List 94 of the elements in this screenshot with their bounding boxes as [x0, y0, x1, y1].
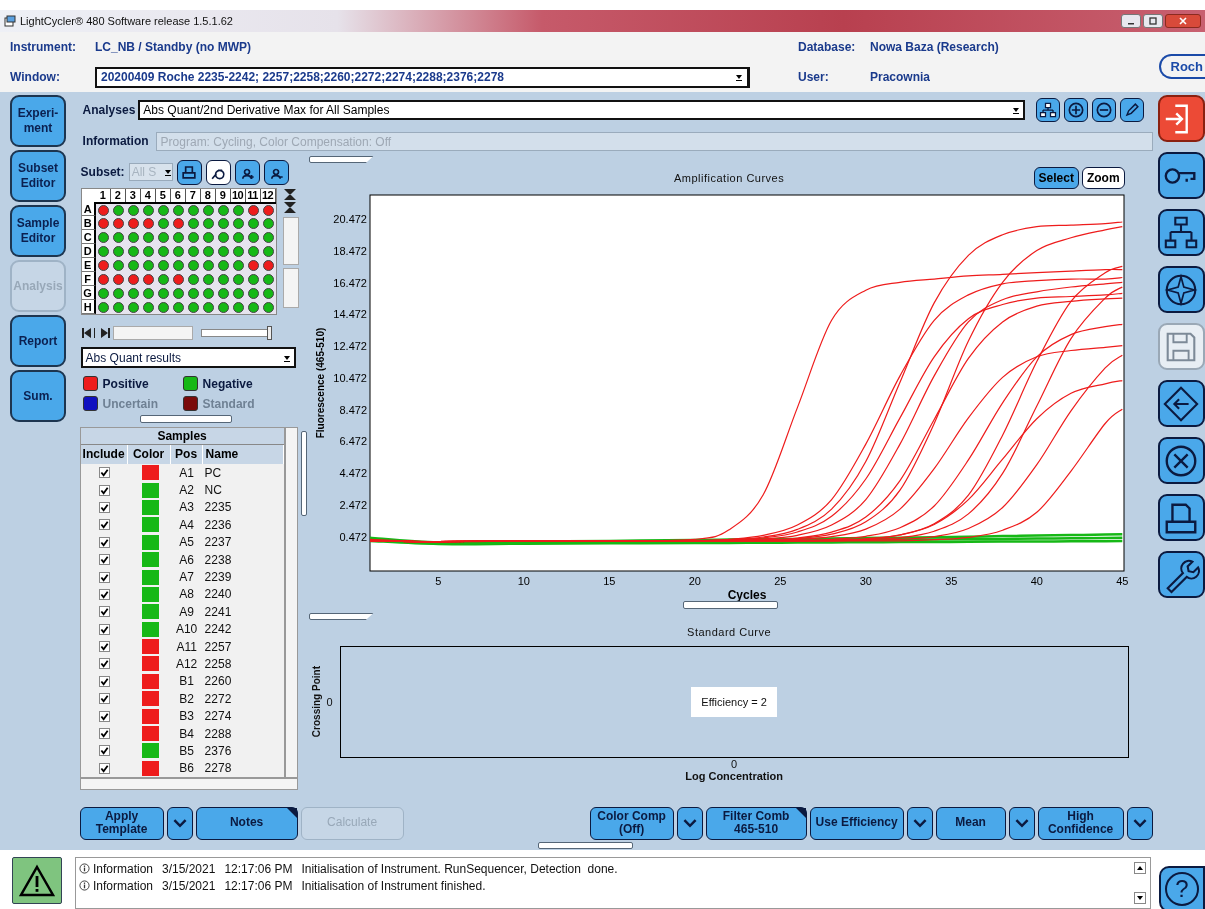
axis-tick-label: 14.472 — [332, 308, 367, 321]
table-cell-text: 2239 — [203, 570, 233, 585]
table-cell-text: 2260 — [203, 674, 233, 689]
column-header: Name — [202, 445, 284, 464]
table-cell-text: 2272 — [203, 691, 233, 706]
field-label: Analyses — [81, 103, 136, 117]
field-label: Subset: — [80, 165, 125, 179]
axis-tick-label: 35 — [944, 575, 958, 587]
axis-tick-label: 4.472 — [339, 467, 367, 480]
table-cell-text: 2240 — [203, 587, 233, 602]
message-level: Information — [92, 878, 153, 893]
table-cell-text: A11 — [175, 639, 198, 654]
table-cell-text: 2237 — [203, 535, 233, 550]
message-text: Initialisation of Instrument finished. — [301, 878, 486, 893]
axis-tick-label: 10.472 — [332, 371, 367, 384]
axis-tick-label: 30 — [859, 575, 872, 587]
table-cell-text: 2288 — [203, 726, 233, 741]
axis-tick-label: 20.472 — [332, 213, 367, 226]
table-cell-text: 2274 — [203, 709, 233, 724]
message-text: Initialisation of Instrument. RunSequencer, Detection done. — [301, 861, 618, 876]
message-date: 3/15/2021 — [162, 861, 216, 876]
legend-label: Uncertain — [102, 396, 159, 411]
axis-tick-label: 0.472 — [339, 530, 367, 543]
axis-tick-label: 6.472 — [339, 435, 367, 448]
axis-tick-label: 45 — [1115, 575, 1128, 587]
efficiency-label: Efficiency = 2 — [691, 687, 777, 717]
axis-tick-label: 15 — [602, 575, 616, 587]
table-cell-text: B3 — [178, 709, 195, 724]
axis-tick-label: 2.472 — [339, 498, 367, 511]
window-title: LightCycler® 480 Software release 1.5.1.62 — [20, 15, 233, 27]
legend-label: Standard — [202, 396, 256, 411]
column-header: Color — [127, 445, 171, 464]
axis-tick-label: 20 — [688, 575, 701, 587]
table-cell-text: PC — [203, 465, 223, 480]
field-label: Window: — [10, 70, 61, 84]
message-time: 12:17:06 PM — [224, 878, 293, 893]
table-cell-text: B5 — [178, 743, 195, 758]
axis-tick-label: 10 — [517, 575, 530, 587]
table-cell-text: B4 — [178, 726, 195, 741]
field-label: Database: — [798, 40, 857, 54]
legend-label: Positive — [102, 376, 150, 391]
table-cell-text: 2258 — [203, 657, 233, 671]
database-name: Nowa Baza (Research) — [870, 40, 1000, 54]
table-cell-text: 2236 — [203, 517, 233, 532]
table-cell-text: A6 — [178, 552, 195, 567]
table-cell-text: B2 — [178, 691, 195, 706]
table-cell-text: A9 — [178, 604, 195, 619]
axis-tick-label: 25 — [773, 575, 787, 587]
table-cell-text: 2235 — [203, 500, 233, 515]
table-cell-text: 2278 — [203, 761, 233, 776]
message-time: 12:17:06 PM — [224, 861, 293, 876]
table-cell-text: A3 — [178, 500, 195, 515]
message-date: 3/15/2021 — [162, 878, 216, 893]
table-cell-text: A12 — [174, 657, 199, 671]
table-cell-text: A7 — [178, 570, 195, 585]
axis-tick-label: 0 — [730, 758, 739, 770]
axis-title: Crossing Point — [311, 666, 323, 738]
table-cell-text: 2241 — [203, 604, 233, 619]
table-cell-text: 2376 — [203, 743, 233, 758]
axis-title: Fluorescence (465-510) — [314, 327, 326, 439]
axis-tick-label: 0 — [326, 696, 334, 708]
chart-title: Standard Curve — [687, 626, 772, 638]
table-cell-text: NC — [203, 483, 223, 498]
table-cell-text: B6 — [178, 761, 195, 776]
axis-tick-label: 16.472 — [332, 276, 367, 289]
axis-tick-label: 40 — [1030, 575, 1043, 587]
table-cell-text: A1 — [178, 465, 195, 480]
table-cell-text: 2238 — [203, 552, 233, 567]
brand-logo: Roch — [1158, 53, 1205, 79]
axis-tick-label: 18.472 — [332, 244, 367, 257]
axis-title: Cycles — [727, 588, 766, 601]
field-label: User: — [798, 70, 830, 84]
column-header: Pos — [170, 445, 203, 464]
axis-tick-label: 12.472 — [332, 340, 367, 353]
table-cell-text: 2257 — [203, 639, 233, 654]
axis-title: Log Concentration — [684, 770, 784, 784]
table-cell-text: A2 — [178, 483, 195, 498]
column-header: Include — [80, 445, 128, 464]
message-level: Information — [92, 861, 153, 876]
table-cell-text: B1 — [178, 674, 195, 689]
table-cell-text: A8 — [178, 587, 195, 602]
table-cell-text: 2242 — [203, 622, 233, 637]
field-label: Information — [81, 134, 149, 148]
chart-title: Amplification Curves — [673, 172, 785, 184]
instrument-status: LC_NB / Standby (no MWP) — [95, 40, 252, 54]
field-label: Instrument: — [10, 40, 77, 54]
table-cell-text: A10 — [174, 622, 199, 637]
table-cell-text: A4 — [178, 517, 195, 532]
legend-label: Negative — [202, 376, 254, 391]
table-cell-text: A5 — [178, 535, 195, 550]
table-title: Samples — [80, 428, 284, 445]
axis-tick-label: 8.472 — [339, 403, 367, 416]
axis-tick-label: 5 — [434, 575, 442, 587]
user-name: Pracownia — [870, 70, 932, 84]
